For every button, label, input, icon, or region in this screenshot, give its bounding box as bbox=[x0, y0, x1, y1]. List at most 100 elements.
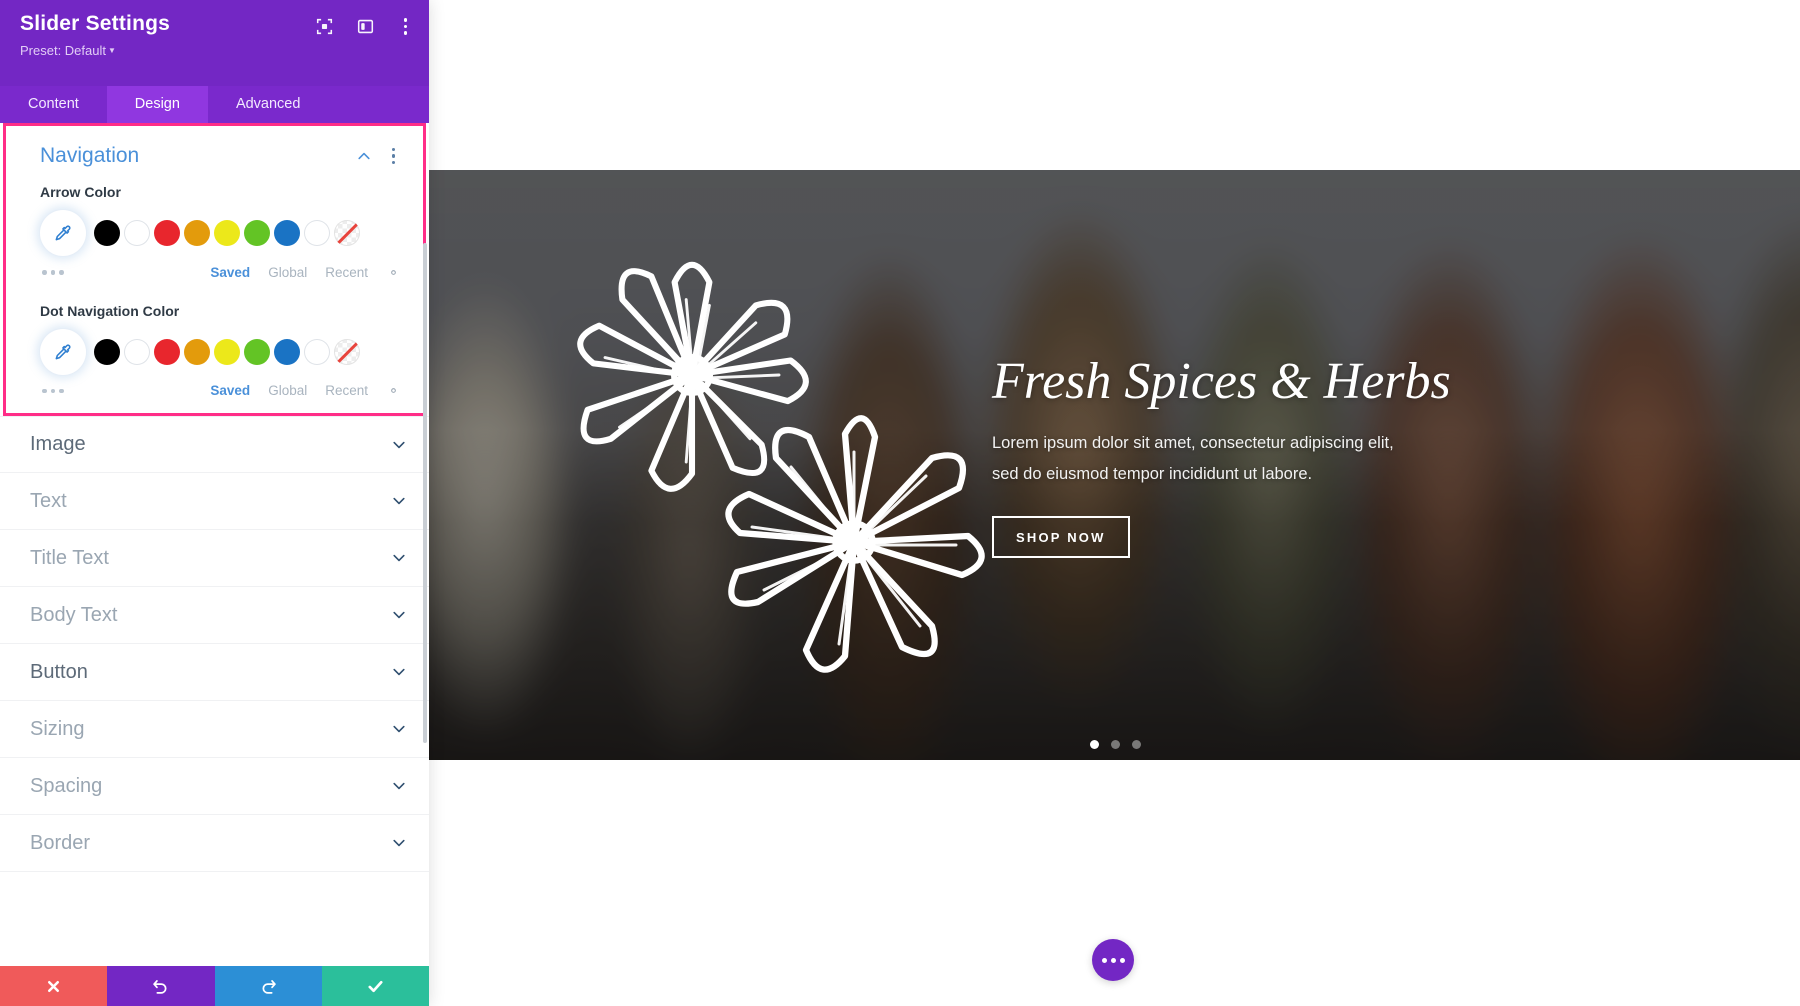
dot-navigation-color-field: Dot Navigation Color Saved Global Recent bbox=[6, 281, 423, 400]
swatch-black[interactable] bbox=[94, 220, 120, 246]
panel-scrollbar[interactable] bbox=[423, 243, 427, 743]
ellipsis-icon[interactable] bbox=[42, 383, 102, 400]
tab-advanced[interactable]: Advanced bbox=[208, 86, 329, 123]
palette-tab-recent[interactable]: Recent bbox=[325, 265, 368, 280]
slider-dot-2[interactable] bbox=[1111, 740, 1120, 749]
slide-body-line-2: sed do eiusmod tempor incididunt ut labo… bbox=[992, 465, 1313, 484]
panel-footer bbox=[0, 966, 429, 1006]
dot-navigation-color-footer: Saved Global Recent bbox=[40, 383, 401, 400]
palette-tab-global[interactable]: Global bbox=[268, 265, 307, 280]
arrow-color-footer: Saved Global Recent bbox=[40, 264, 401, 281]
section-body-text[interactable]: Body Text bbox=[0, 587, 429, 644]
slide-body: Lorem ipsum dolor sit amet, consectetur … bbox=[992, 428, 1462, 490]
section-border[interactable]: Border bbox=[0, 815, 429, 872]
swatch-yellow[interactable] bbox=[214, 220, 240, 246]
close-icon bbox=[48, 980, 60, 992]
slider-settings-panel: Slider Settings Preset: Default ▼ Conten… bbox=[0, 0, 429, 1006]
ellipsis-icon bbox=[1101, 957, 1107, 963]
dot-navigation-palette-tabs: Saved Global Recent bbox=[210, 383, 401, 398]
more-options-icon[interactable] bbox=[398, 16, 414, 37]
swatch-transparent[interactable] bbox=[334, 338, 360, 365]
slider-dot-navigation[interactable] bbox=[1090, 740, 1141, 749]
slide-title: Fresh Spices & Herbs bbox=[992, 353, 1451, 410]
swatch-green[interactable] bbox=[244, 338, 270, 365]
section-sizing[interactable]: Sizing bbox=[0, 701, 429, 758]
focus-target-icon[interactable] bbox=[316, 18, 333, 35]
panel-scroll-area: Navigation Arrow Color Saved Global Rece… bbox=[0, 123, 429, 966]
swatch-black[interactable] bbox=[94, 338, 120, 365]
ellipsis-icon bbox=[1119, 957, 1125, 963]
navigation-settings-group: Navigation Arrow Color Saved Global Rece… bbox=[3, 123, 426, 416]
slider-module[interactable]: Fresh Spices & Herbs Lorem ipsum dolor s… bbox=[429, 170, 1800, 760]
section-text[interactable]: Text bbox=[0, 473, 429, 530]
swatch-white[interactable] bbox=[124, 338, 150, 365]
slide-content: Fresh Spices & Herbs Lorem ipsum dolor s… bbox=[992, 353, 1462, 559]
slider-dot-1[interactable] bbox=[1090, 740, 1099, 749]
chevron-down-icon bbox=[393, 497, 405, 505]
dot-navigation-color-label: Dot Navigation Color bbox=[40, 302, 180, 319]
undo-button[interactable] bbox=[107, 966, 215, 1006]
arrow-color-label: Arrow Color bbox=[40, 184, 121, 200]
more-options-icon[interactable] bbox=[386, 146, 402, 167]
shop-now-button[interactable]: SHOP NOW bbox=[992, 516, 1130, 559]
swatch-white[interactable] bbox=[124, 220, 150, 246]
chevron-down-icon bbox=[393, 441, 405, 448]
section-spacing[interactable]: Spacing bbox=[0, 758, 429, 815]
swatch-blue[interactable] bbox=[274, 220, 300, 246]
swatch-green[interactable] bbox=[244, 220, 270, 246]
redo-icon bbox=[262, 979, 276, 994]
gear-icon[interactable] bbox=[386, 265, 401, 280]
section-title-text[interactable]: Title Text bbox=[0, 530, 429, 587]
tab-design[interactable]: Design bbox=[106, 86, 208, 123]
section-label: Border bbox=[30, 831, 91, 854]
redo-button[interactable] bbox=[214, 966, 322, 1006]
palette-tab-saved[interactable]: Saved bbox=[210, 265, 250, 280]
section-label: Spacing bbox=[30, 774, 103, 797]
swatch-transparent[interactable] bbox=[334, 220, 360, 246]
section-button[interactable]: Button bbox=[0, 644, 429, 701]
palette-tab-global[interactable]: Global bbox=[268, 383, 307, 398]
swatch-red[interactable] bbox=[154, 220, 180, 246]
navigation-group-title: Navigation bbox=[40, 144, 140, 167]
swatch-yellow[interactable] bbox=[214, 338, 240, 365]
preset-label: Preset: Default bbox=[20, 43, 106, 58]
dot-navigation-color-swatches bbox=[40, 328, 401, 375]
swatch-white-2[interactable] bbox=[304, 338, 330, 365]
section-label: Title Text bbox=[30, 546, 109, 569]
panel-header-actions bbox=[316, 16, 414, 37]
navigation-group-actions bbox=[356, 146, 402, 167]
section-image[interactable]: Image bbox=[0, 416, 429, 473]
swatch-orange[interactable] bbox=[184, 220, 210, 246]
palette-tab-saved[interactable]: Saved bbox=[210, 383, 250, 398]
page-settings-fab[interactable] bbox=[1092, 939, 1134, 981]
arrow-color-palette-tabs: Saved Global Recent bbox=[210, 265, 401, 280]
panel-header: Slider Settings Preset: Default ▼ bbox=[0, 0, 429, 86]
save-button[interactable] bbox=[321, 966, 429, 1006]
tab-content[interactable]: Content bbox=[0, 86, 107, 123]
eyedropper-icon[interactable] bbox=[40, 210, 86, 256]
star-anise-illustration-2 bbox=[704, 392, 1004, 692]
chevron-down-icon bbox=[393, 782, 405, 790]
ellipsis-icon[interactable] bbox=[42, 264, 102, 281]
chevron-down-icon bbox=[393, 668, 405, 676]
arrow-color-field: Arrow Color Saved Global Recent bbox=[6, 180, 423, 281]
eyedropper-icon[interactable] bbox=[40, 328, 86, 375]
section-label: Text bbox=[30, 489, 67, 512]
palette-tab-recent[interactable]: Recent bbox=[325, 383, 368, 398]
layout-panel-icon[interactable] bbox=[357, 18, 374, 35]
section-label: Body Text bbox=[30, 603, 118, 626]
section-label: Button bbox=[30, 660, 88, 683]
swatch-red[interactable] bbox=[154, 338, 180, 365]
chevron-down-icon bbox=[393, 611, 405, 619]
swatch-orange[interactable] bbox=[184, 338, 210, 365]
ellipsis-icon bbox=[1110, 957, 1116, 963]
chevron-down-icon: ▼ bbox=[108, 46, 116, 55]
swatch-blue[interactable] bbox=[274, 338, 300, 365]
chevron-up-icon[interactable] bbox=[356, 148, 372, 164]
slider-dot-3[interactable] bbox=[1132, 740, 1141, 749]
swatch-white-2[interactable] bbox=[304, 220, 330, 246]
navigation-group-header[interactable]: Navigation bbox=[6, 136, 423, 180]
cancel-button[interactable] bbox=[0, 966, 108, 1006]
preset-selector[interactable]: Preset: Default ▼ bbox=[20, 43, 409, 58]
gear-icon[interactable] bbox=[386, 383, 401, 398]
